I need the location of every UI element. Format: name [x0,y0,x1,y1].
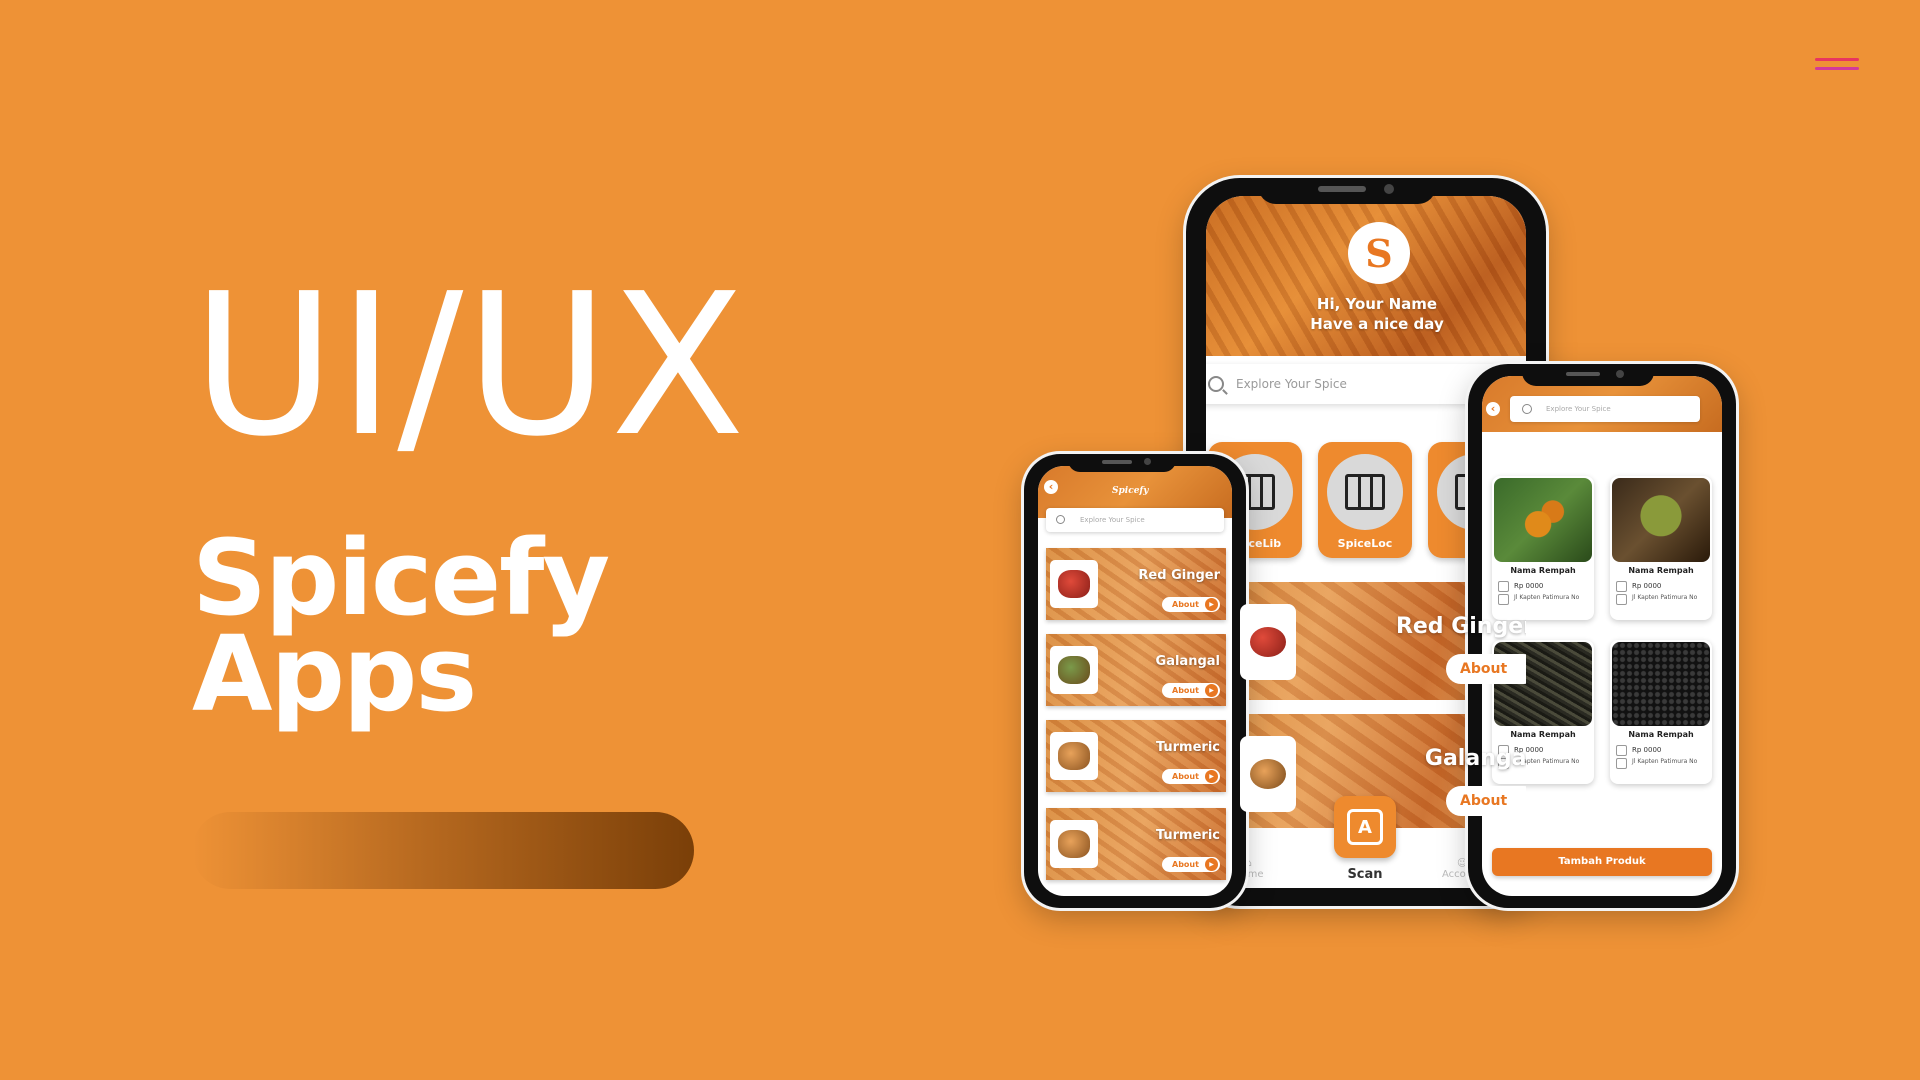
spice-thumbnail [1050,732,1098,780]
about-button[interactable]: About [1162,683,1220,698]
feature-icon-circle [1327,454,1403,530]
spice-list-screen: Spicefy ‹ Explore Your Spice Red Ginger … [1038,466,1232,896]
scan-label: Scan [1347,867,1383,882]
spice-thumbnail [1240,736,1296,812]
phone-notch [1258,178,1436,204]
spice-thumbnail [1050,560,1098,608]
user-icon: ☺ [1456,858,1468,869]
search-input[interactable]: Explore Your Spice [1510,396,1700,422]
feature-label: SpiceLoc [1337,537,1393,550]
spicefy-logo: S [1348,222,1410,284]
header-logo-text: Spicefy [1112,486,1149,496]
camera [1144,458,1151,465]
product-name: Nama Rempah [1628,566,1694,575]
greeting-message: Have a nice day [1310,315,1444,333]
store-icon [1498,594,1509,605]
about-button[interactable]: About [1162,597,1220,612]
speaker [1566,372,1600,376]
home-icon: ⌂ [1245,858,1252,869]
chevron-left-icon: ‹ [1490,402,1496,415]
product-name: Nama Rempah [1628,730,1694,739]
spice-thumbnail [1050,646,1098,694]
spice-card-red-ginger[interactable]: Red Ginger About [1046,548,1226,620]
speaker [1102,460,1132,464]
menu-icon[interactable] [1815,56,1859,76]
phone-notch [1068,454,1176,472]
product-card[interactable]: Nama Rempah Rp 0000 Jl Kapten Patimura N… [1492,476,1594,620]
product-image [1612,478,1710,562]
back-button[interactable]: ‹ [1044,480,1058,494]
banner-title: Galangal [1424,746,1526,771]
search-placeholder: Explore Your Spice [1236,377,1347,391]
spice-name: Galangal [1155,654,1220,669]
store-icon [1616,594,1627,605]
chevron-left-icon: ‹ [1048,480,1054,493]
product-address: Jl Kapten Patimura No [1632,594,1698,601]
decorative-gradient-pill [192,812,694,889]
search-input[interactable]: Explore Your Spice [1046,508,1224,532]
banner-title: Red Ginger [1395,614,1526,639]
back-button[interactable]: ‹ [1486,402,1500,416]
app-name-line2: Apps [192,613,477,735]
product-price: Rp 0000 [1514,582,1544,590]
scan-button[interactable]: A [1334,796,1396,858]
price-icon [1498,581,1509,592]
phone-mockup-spice-list: Spicefy ‹ Explore Your Spice Red Ginger … [1024,454,1246,908]
store-icon [1616,758,1627,769]
app-name: Spicefy Apps [192,517,610,735]
logo-glyph: S [1365,230,1393,276]
product-price: Rp 0000 [1632,746,1662,754]
product-image [1494,478,1592,562]
add-product-button[interactable]: Tambah Produk [1492,848,1712,876]
product-name: Nama Rempah [1510,730,1576,739]
spice-name: Turmeric [1155,828,1220,843]
greeting-name: Hi, Your Name [1316,295,1438,313]
product-address: Jl Kapten Patimura No [1632,758,1698,765]
spice-thumbnail [1240,604,1296,680]
product-price: Rp 0000 [1632,582,1662,590]
price-icon [1616,581,1627,592]
scan-icon: A [1347,809,1383,845]
red-ginger-image [1250,627,1286,657]
camera [1384,184,1394,194]
product-card[interactable]: Nama Rempah Rp 0000 Jl Kapten Patimura N… [1610,640,1712,784]
phone-notch [1522,364,1654,386]
product-name: Nama Rempah [1510,566,1576,575]
product-card[interactable]: Nama Rempah Rp 0000 Jl Kapten Patimura N… [1610,476,1712,620]
feature-spiceloc[interactable]: SpiceLoc [1318,442,1412,558]
price-icon [1616,745,1627,756]
about-button[interactable]: About [1446,786,1526,816]
search-icon [1208,376,1224,392]
spice-card-galangal[interactable]: Galangal About [1046,634,1226,706]
about-button[interactable]: About [1446,654,1526,684]
speaker [1318,186,1366,192]
galangal-image [1250,759,1286,789]
app-name-line1: Spicefy [192,517,610,639]
spice-name: Red Ginger [1138,568,1220,583]
greeting: Hi, Your Name Have a nice day [1246,294,1508,334]
about-button[interactable]: About [1162,769,1220,784]
map-icon [1345,474,1385,510]
about-button[interactable]: About [1162,857,1220,872]
camera [1616,370,1624,378]
spice-name: Turmeric [1155,740,1220,755]
product-address: Jl Kapten Patimura No [1514,594,1580,601]
spice-thumbnail [1050,820,1098,868]
spice-card-turmeric[interactable]: Turmeric About [1046,720,1226,792]
product-image [1612,642,1710,726]
hero-title: UI/UX [192,252,748,480]
spice-card-turmeric-2[interactable]: Turmeric About [1046,808,1226,880]
